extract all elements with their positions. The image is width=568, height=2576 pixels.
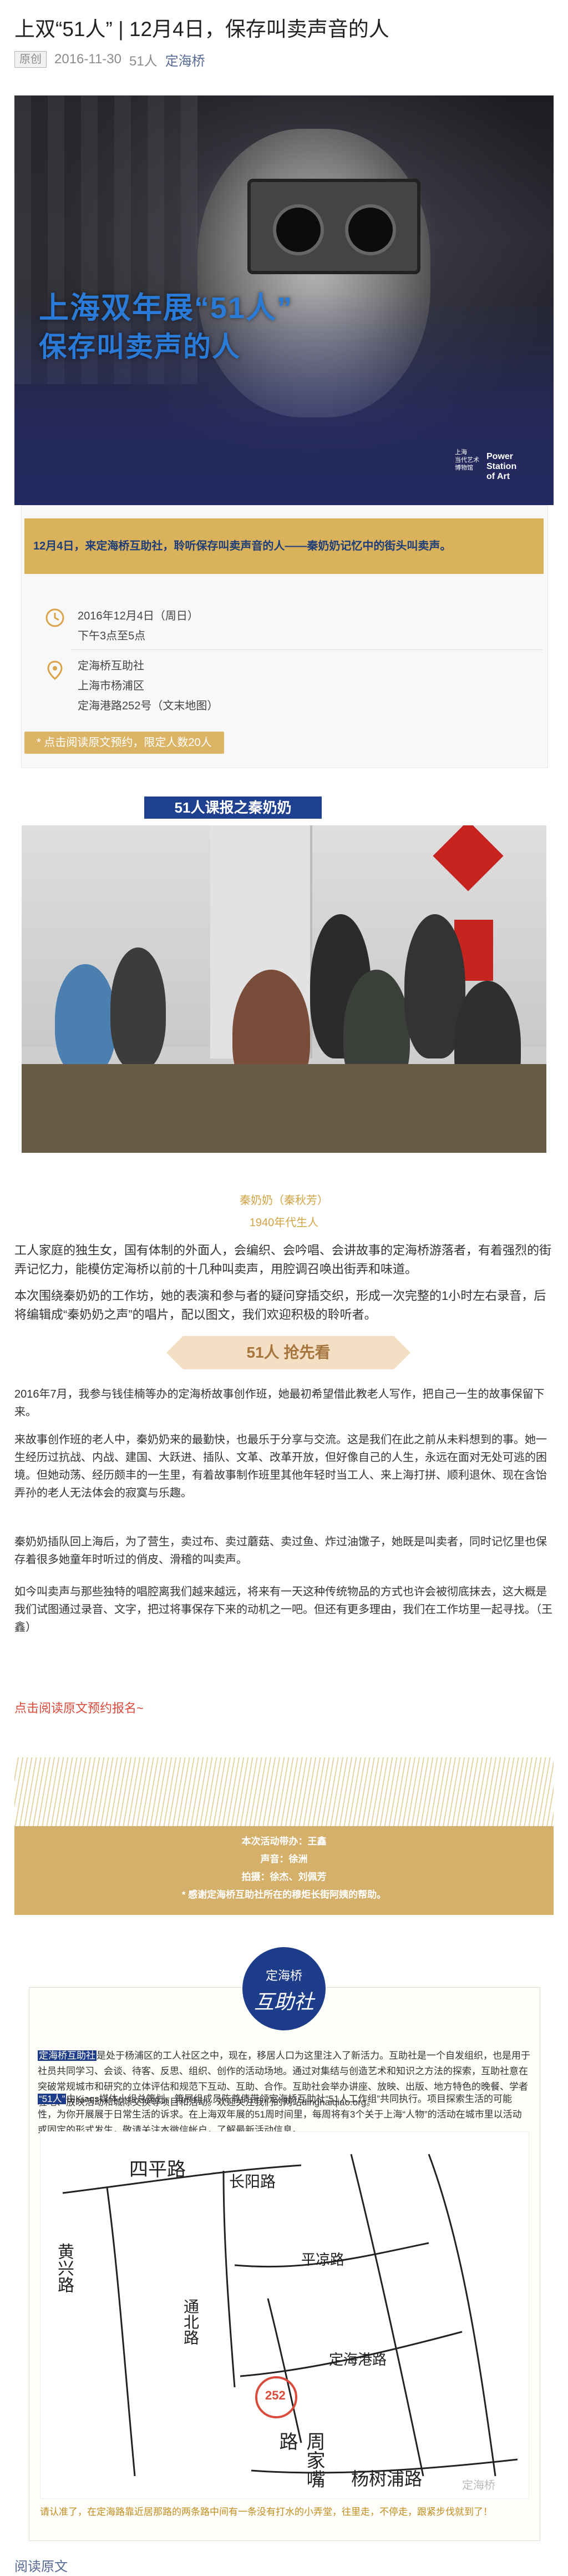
event-address: 定海桥互助社 上海市杨浦区 定海港路252号（文末地图） [78,656,218,716]
map-road [350,2154,424,2477]
museum-logo-text: 上海 当代艺术 博物馆 [455,448,479,472]
article-title: 上双“51人” | 12月4日，保存叫卖声音的人 [14,18,389,41]
ribbon-label: 51人 抢先看 [183,1336,394,1369]
ribbon-right-tail [394,1336,410,1369]
account-link[interactable]: 定海桥 [165,50,205,69]
reserve-link[interactable]: 点击阅读原文预约报名~ [14,1698,144,1716]
group-photo [22,825,546,1153]
badge-title: 定海桥 [265,1969,302,1983]
map-road [428,2154,496,2477]
intro-paragraph-1: 工人家庭的独生女，国有体制的外面人，会编织、会吟唱、会讲故事的定海桥游落者，有着… [14,1243,552,1276]
lens-right [345,204,396,255]
badge-subtitle: 互助社 [253,1991,314,2014]
event-address-line2: 上海市杨浦区 [78,680,144,692]
map-label: 定海港路 [329,2352,387,2368]
person [55,964,116,1075]
preview-paragraph-2: 来故事创作班的老人中，秦奶奶来的最勤快，也最乐于分享与交流。这是我们在此之前从未… [14,1434,547,1499]
map-label: 平凉路 [301,2252,345,2269]
photo-caption-name: 秦奶奶（秦秋芳） [240,1194,328,1207]
credits-sound: 声音：徐洲 [260,1854,308,1864]
map-watermark: 定海桥 [462,2479,495,2492]
article-meta: 原创 2016-11-30 51人 定海桥 [14,50,205,69]
event-time-line: 下午3点至5点 [78,630,146,642]
map-label: 周家嘴路 [276,2432,325,2488]
hero-title-line1: 上海双年展“51人” [39,291,293,325]
map-label: 长阳路 [229,2172,276,2191]
wheat-illustration [14,1724,554,1829]
section-ribbon-profile: 51人课报之秦奶奶 [144,797,322,819]
museum-logo-line2: 当代艺术 [455,457,479,463]
credits-photo: 拍摄：徐杰、刘佩芳 [241,1872,327,1882]
map-label: 杨树浦路 [351,2468,423,2489]
read-original-link[interactable]: 阅读原文 [14,2555,68,2575]
power-logo-line2: Station [486,462,517,471]
event-address-line3: 定海港路252号（文末地图） [78,700,219,712]
museum-logo-line1: 上海 [455,449,467,456]
credits-thanks: * 感谢定海桥互助社所在的穆炬长街阿姨的帮助。 [181,1889,387,1900]
power-logo-line1: Power [486,452,514,461]
event-divider [71,649,542,650]
project-name-highlight: “51人” [38,2094,67,2104]
map-road [106,2187,136,2477]
preview-paragraph-4: 如今叫卖声与那些独特的唱腔离我们越来越远，将来有一天这种传统物品的方式也许会被彻… [14,1586,552,1634]
reserve-cta[interactable]: * 点击阅读原文预约，限定人数20人 [24,732,224,754]
event-date-line1: 2016年12月4日（周日） [78,610,199,622]
ribbon-left-tail [166,1336,183,1369]
publish-date: 2016-11-30 [54,52,121,67]
photo-table [22,1064,546,1153]
stereoscope-viewer [247,179,420,274]
location-pin-icon [44,659,65,680]
event-address-line1: 定海桥互助社 [78,660,144,672]
person [110,947,166,1070]
map-road [222,2170,236,2388]
power-station-logo: Power Station of Art [486,452,516,482]
preview-paragraph-3: 秦奶奶插队回上海后，为了营生，卖过布、卖过蘑菇、卖过鱼、炸过油馓子，她既是叫卖者… [14,1536,547,1566]
map-road [267,2298,302,2443]
project-intro-text: 由Kiaqs媒体小组总策划。策展组成员陈尊倩带领定海桥互助社“51人工作组”共同… [38,2094,522,2135]
power-logo-line3: of Art [486,472,510,481]
dinghai-logo-badge: 定海桥 互助社 [242,1947,326,2030]
map-spot-number: 252 [265,2388,286,2402]
article-page: 上双“51人” | 12月4日，保存叫卖声音的人 原创 2016-11-30 5… [0,0,568,2576]
museum-logo-line3: 博物馆 [455,465,473,471]
event-date: 2016年12月4日（周日） 下午3点至5点 [78,606,199,646]
hero-title-line2: 保存叫卖声的人 [39,331,241,362]
intro-paragraph-2: 本次围绕秦奶奶的工作坊，她的表演和参与者的疑问穿插交织，形成一次完整的1小时左右… [14,1289,546,1322]
lens-left [273,204,324,255]
preview-paragraph-1: 2016年7月，我参与钱佳楠等办的定海桥故事创作班，她最初希望借此教老人写作，把… [14,1388,545,1418]
original-tag: 原创 [14,51,47,68]
credits-organizer: 本次活动带办：王鑫 [241,1836,327,1847]
credits-block: 本次活动带办：王鑫 声音：徐洲 拍摄：徐杰、刘佩芳 * 感谢定海桥互助社所在的穆… [14,1826,554,1915]
dinghai-name-highlight: 定海桥互助社 [38,2050,97,2061]
photo-caption-year: 1940年代生人 [249,1217,319,1229]
author-name: 51人 [129,53,158,69]
event-banner-text: 12月4日，来定海桥互助社，聆听保存叫卖声音的人——秦奶奶记忆中的街头叫卖声。 [33,540,452,552]
section-ribbon-preview: 51人 抢先看 [166,1336,410,1369]
map-label: 黄兴路 [54,2243,74,2293]
map-label: 通北路 [181,2298,200,2345]
map-label: 四平路 [129,2159,186,2181]
wheat-pattern [14,1757,554,1829]
hand-drawn-map: 四平路 长阳路 黄兴路 平凉路 定海港路 周家嘴路 杨树浦路 通北路 252 定… [40,2131,529,2499]
clock-icon [44,607,65,628]
map-direction-note: 请认准了，在定海路靠近居那路的两条路中间有一条没有打水的小弄堂，往里走，不停走，… [40,2507,493,2517]
